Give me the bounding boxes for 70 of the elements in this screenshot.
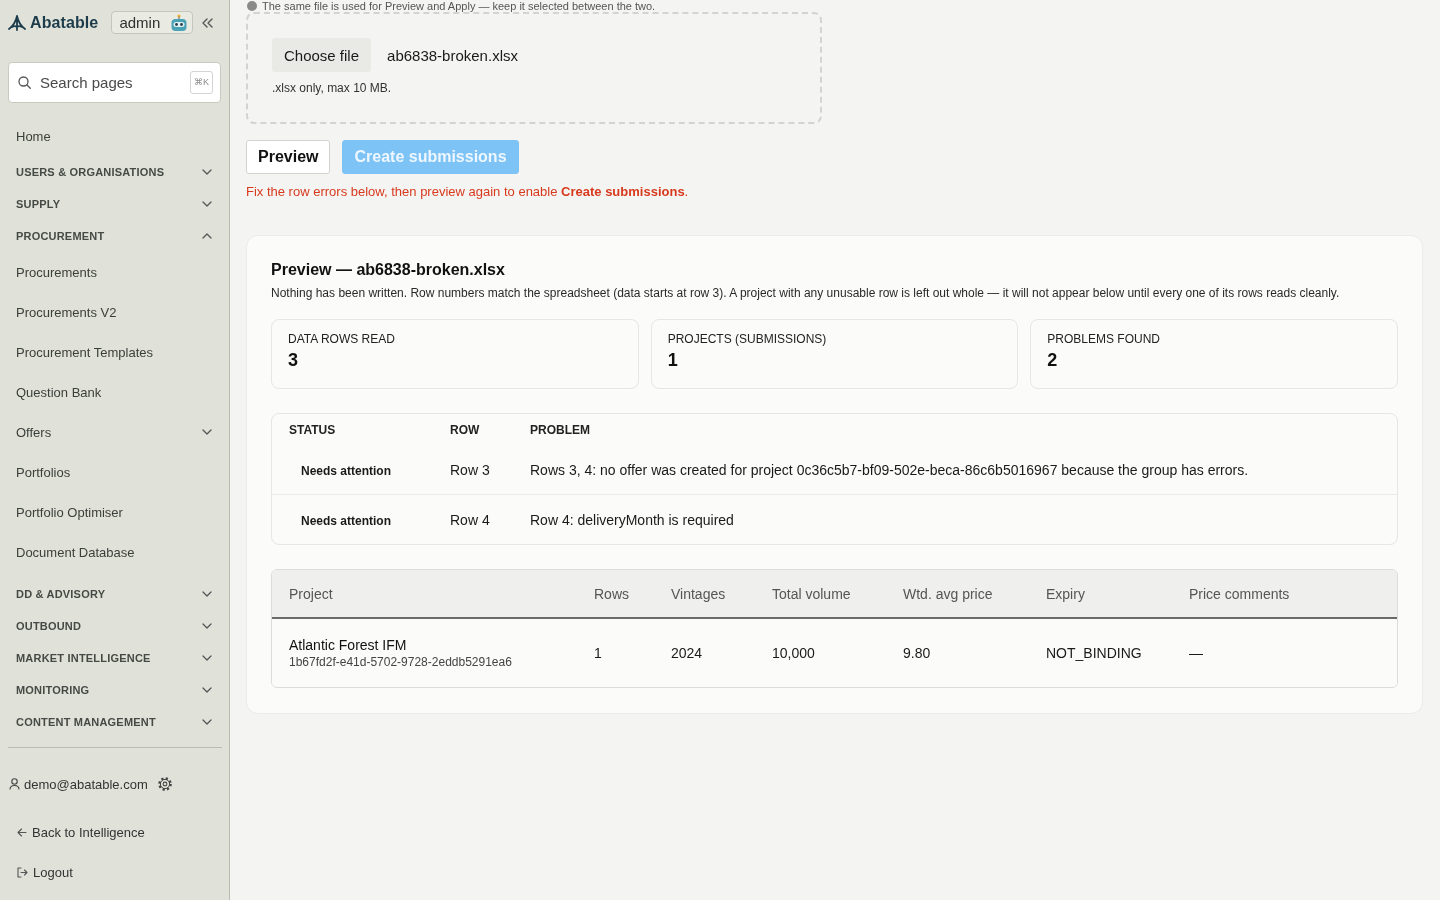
preview-button[interactable]: Preview: [246, 140, 331, 174]
nav-section-header[interactable]: PROCUREMENT: [0, 220, 229, 252]
column-header: Project: [288, 585, 334, 602]
error-message: Fix the row errors below, then preview again to enable Create submissions.: [246, 184, 690, 200]
nav-link[interactable]: Procurements V2: [0, 292, 229, 332]
column-header: STATUS: [288, 422, 337, 437]
shortcut-hint: ⌘K: [190, 71, 213, 94]
column-header: Expiry: [1045, 585, 1086, 602]
column-header: Rows: [593, 585, 630, 602]
footer-link[interactable]: Back to Intelligence: [0, 812, 229, 852]
table-cell-text: Row 4: [449, 511, 491, 528]
nav-section-header[interactable]: DD & ADVISORY: [0, 578, 229, 610]
search-icon: [18, 76, 31, 89]
file-name: ab6838-broken.xlsx: [387, 46, 518, 64]
footer-link[interactable]: Logout: [0, 852, 229, 892]
nav-link[interactable]: Home: [0, 116, 229, 156]
nav-section-header[interactable]: MARKET INTELLIGENCE: [0, 642, 229, 674]
stat-label: PROJECTS (SUBMISSIONS): [667, 331, 828, 347]
choose-file-button[interactable]: Choose file: [272, 38, 372, 72]
collapse-sidebar-icon[interactable]: [201, 17, 214, 28]
stat-value: 3: [288, 349, 299, 371]
nav-section-header[interactable]: SUPPLY: [0, 188, 229, 220]
nav-section-header[interactable]: USERS & ORGANISATIONS: [0, 156, 229, 188]
arrow-left-icon: [17, 827, 27, 837]
nav-section-header[interactable]: CONTENT MANAGEMENT: [0, 706, 229, 738]
table-cell-text: —: [1188, 645, 1204, 661]
nav-link[interactable]: Procurement Templates: [0, 332, 229, 372]
table-cell-text: Row 3: [449, 461, 491, 478]
logo-icon: [8, 14, 26, 31]
column-header: Total volume: [771, 585, 852, 602]
column-header: Wtd. avg price: [902, 585, 994, 602]
upload-hint: .xlsx only, max 10 MB.: [272, 81, 393, 96]
nav-link[interactable]: Procurements: [0, 252, 229, 292]
user-icon: [9, 778, 20, 790]
column-header: Vintages: [670, 585, 727, 602]
table-cell-text: 2024: [670, 645, 704, 661]
preview-title: Preview — ab6838-broken.xlsx: [271, 260, 506, 280]
column-header: PROBLEM: [529, 422, 591, 437]
nav-section-header[interactable]: OUTBOUND: [0, 610, 229, 642]
table-cell-text: NOT_BINDING: [1045, 645, 1143, 661]
column-header: ROW: [449, 422, 481, 437]
nav-link[interactable]: Question Bank: [0, 372, 229, 412]
stat-label: DATA ROWS READ: [288, 331, 396, 347]
brand-name: Abatable: [30, 13, 99, 32]
nav-link[interactable]: Portfolios: [0, 452, 229, 492]
stat-value: 2: [1047, 349, 1059, 371]
nav-link[interactable]: Portfolio Optimiser: [0, 492, 229, 532]
role-label: admin: [119, 14, 161, 31]
column-header: Price comments: [1188, 585, 1291, 602]
table-cell-text: 1: [593, 645, 603, 661]
status-label: Needs attention: [301, 513, 391, 528]
table-cell-text: Row 4: deliveryMonth is required: [529, 511, 735, 528]
nav-link[interactable]: Document Database: [0, 532, 229, 572]
logout-icon: [17, 866, 28, 878]
nav-section-header[interactable]: MONITORING: [0, 674, 229, 706]
nav-link[interactable]: Offers: [0, 412, 229, 452]
preview-description: Nothing has been written. Row numbers match the spreadsheet (data starts at row 3). A project with any unusable row is left out whole — it will not appear below until every one of its rows reads cleanly.: [271, 285, 1341, 301]
project-name: Atlantic Forest IFM: [289, 636, 407, 654]
table-cell-text: 9.80: [902, 645, 932, 661]
status-label: Needs attention: [301, 463, 391, 478]
dot-icon: [247, 1, 257, 11]
settings-icon[interactable]: [156, 776, 173, 792]
project-id: 1b67fd2f-e41d-5702-9728-2eddb5291ea6: [289, 655, 512, 670]
stat-value: 1: [667, 349, 679, 371]
stat-label: PROBLEMS FOUND: [1047, 331, 1161, 347]
table-cell-text: 10,000: [771, 645, 816, 661]
user-email: demo@abatable.com: [24, 776, 148, 792]
notice-text: The same file is used for Preview and Apply — keep it selected between the two.: [262, 0, 656, 12]
robot-icon: [170, 13, 189, 32]
table-cell-text: Rows 3, 4: no offer was created for project 0c36c5b7-bf09-502e-beca-86c6b5016967 because the group has errors.: [529, 461, 1250, 478]
